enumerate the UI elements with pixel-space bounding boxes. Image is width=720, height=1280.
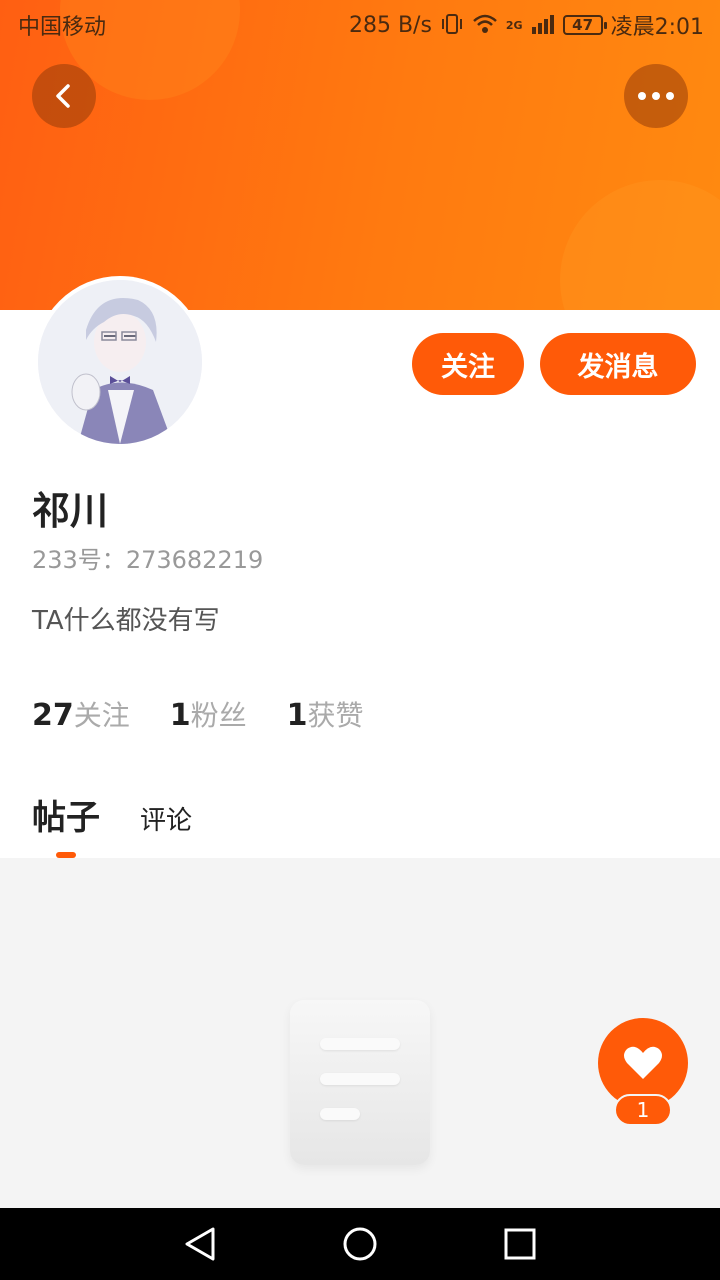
user-id-value: 273682219: [125, 546, 264, 574]
status-bar: 中国移动 285 B/s 2G 47 凌晨2:01: [0, 0, 720, 50]
tab-comments[interactable]: 评论: [140, 800, 192, 837]
stat-label: 粉丝: [190, 699, 247, 732]
stat-label: 关注: [73, 699, 130, 732]
status-right: 285 B/s 2G 47 凌晨2:01: [349, 9, 704, 41]
nav-home-button[interactable]: [330, 1214, 390, 1274]
stat-number: 27: [32, 698, 74, 733]
network-type: 2G: [505, 18, 523, 32]
heart-icon: [624, 1046, 662, 1079]
follow-button[interactable]: 关注: [412, 333, 524, 395]
carrier-name: 中国移动: [18, 15, 107, 40]
stat-number: 1: [169, 698, 191, 733]
avatar[interactable]: [34, 276, 206, 448]
circle-home-icon: [343, 1227, 377, 1261]
stat-likes[interactable]: 1 获赞: [287, 694, 364, 734]
stat-number: 1: [286, 698, 308, 733]
chevron-left-icon: [56, 84, 70, 108]
network-speed: 285 B/s: [348, 12, 432, 38]
send-message-button[interactable]: 发消息: [540, 333, 696, 395]
user-bio: TA什么都没有写: [32, 606, 220, 636]
avatar-image: [38, 280, 202, 444]
username: 祁川: [32, 489, 109, 533]
tab-label: 帖子: [32, 798, 100, 838]
triangle-back-icon: [185, 1227, 215, 1261]
wifi-icon: [472, 13, 498, 38]
nav-recent-button[interactable]: [490, 1214, 550, 1274]
empty-document-icon: [290, 1000, 430, 1165]
more-horizontal-icon: [638, 92, 674, 100]
stat-following[interactable]: 27 关注: [32, 694, 130, 734]
user-id: 233号：273682219: [32, 540, 263, 575]
user-id-label: 233号：: [32, 546, 126, 574]
profile-tabs: 帖子 评论: [32, 790, 192, 858]
profile-stats: 27 关注 1 粉丝 1 获赞: [32, 694, 364, 734]
back-button[interactable]: [32, 64, 96, 128]
stat-followers[interactable]: 1 粉丝: [170, 694, 247, 734]
square-recent-icon: [504, 1228, 536, 1260]
stat-label: 获赞: [307, 699, 364, 732]
signal-icon: [531, 13, 555, 38]
more-options-button[interactable]: [624, 64, 688, 128]
clock: 凌晨2:01: [610, 15, 704, 40]
decor-circle: [560, 180, 720, 310]
like-count-badge: 1: [614, 1094, 672, 1126]
tab-posts[interactable]: 帖子: [32, 790, 100, 858]
vibrate-icon: [440, 13, 464, 38]
system-nav-bar: [0, 1208, 720, 1280]
battery-level: 47: [572, 16, 594, 34]
battery-icon: 47: [562, 15, 607, 35]
nav-back-button[interactable]: [170, 1214, 230, 1274]
